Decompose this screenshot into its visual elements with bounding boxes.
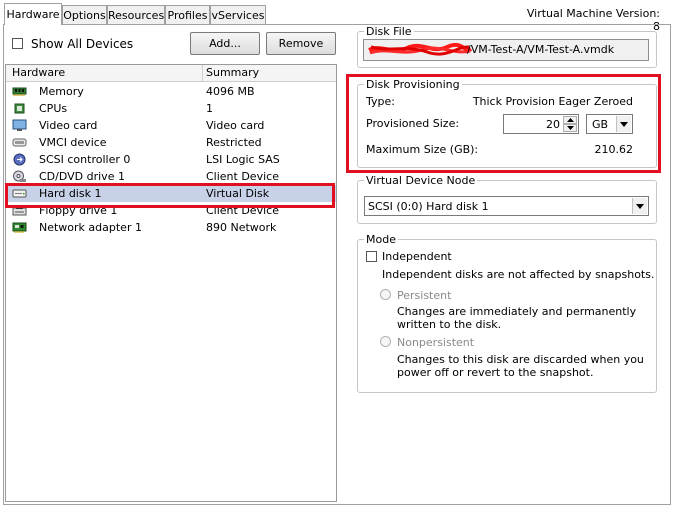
hardware-list-header: Hardware Summary [6, 65, 336, 82]
floppy-icon [12, 205, 27, 216]
hardware-row-hard-disk[interactable]: Hard disk 1 Virtual Disk [6, 185, 336, 202]
tab-vservices[interactable]: vServices [210, 5, 266, 24]
provisioned-size-label: Provisioned Size: [366, 117, 460, 130]
provisioned-size-stepper[interactable]: 20 [503, 114, 579, 134]
chevron-down-icon[interactable] [616, 116, 631, 132]
nonpersistent-description: Changes to this disk are discarded when … [397, 353, 644, 379]
disk-provisioning-legend: Disk Provisioning [366, 78, 460, 91]
stepper-down-button[interactable] [563, 124, 577, 132]
hardware-name: SCSI controller 0 [39, 153, 131, 166]
hardware-summary: Video card [206, 119, 265, 132]
disk-file-legend: Disk File [366, 25, 412, 38]
tab-options[interactable]: Options [62, 5, 107, 24]
hard-disk-icon [12, 189, 27, 198]
hardware-name: CD/DVD drive 1 [39, 170, 125, 183]
hardware-name: VMCI device [39, 136, 107, 149]
disk-file-field[interactable]: /VM-Test-A/VM-Test-A.vmdk [363, 39, 649, 61]
cpu-icon [14, 103, 25, 114]
hardware-row-cd-dvd-drive[interactable]: CD/DVD drive 1 Client Device [6, 168, 336, 185]
persistent-description: Changes are immediately and permanently … [397, 305, 637, 331]
scsi-icon [13, 153, 26, 166]
frame-right [670, 24, 671, 504]
hardware-summary: LSI Logic SAS [206, 153, 280, 166]
hardware-row-cpus[interactable]: CPUs 1 [6, 100, 336, 117]
disk-file-path: /VM-Test-A/VM-Test-A.vmdk [467, 43, 615, 56]
persistent-radio[interactable] [380, 289, 391, 300]
hardware-list[interactable]: Hardware Summary Memory 4096 MB CPUs 1 V… [5, 64, 337, 502]
persistent-label: Persistent [397, 289, 452, 302]
frame-left [3, 24, 4, 504]
hardware-row-memory[interactable]: Memory 4096 MB [6, 83, 336, 100]
monitor-icon [12, 119, 27, 131]
independent-description: Independent disks are not affected by sn… [382, 268, 655, 281]
independent-checkbox[interactable] [366, 251, 377, 262]
hardware-summary: 1 [206, 102, 213, 115]
virtual-device-node-select[interactable]: SCSI (0:0) Hard disk 1 [364, 196, 649, 216]
memory-icon [12, 87, 27, 96]
remove-button[interactable]: Remove [266, 32, 336, 55]
chevron-down-icon [567, 126, 574, 130]
hardware-row-vmci-device[interactable]: VMCI device Restricted [6, 134, 336, 151]
provisioned-size-value: 20 [546, 118, 560, 131]
tab-hardware[interactable]: Hardware [4, 3, 62, 25]
independent-label: Independent [382, 250, 452, 263]
hardware-summary: Virtual Disk [206, 187, 270, 200]
mode-legend: Mode [366, 233, 396, 246]
chevron-down-icon[interactable] [632, 198, 647, 214]
show-all-devices-label: Show All Devices [31, 37, 134, 51]
maximum-size-value: 210.62 [594, 143, 634, 156]
hardware-row-network-adapter[interactable]: Network adapter 1 890 Network [6, 219, 336, 236]
frame-bottom [3, 504, 671, 505]
hardware-row-floppy-drive[interactable]: Floppy drive 1 Client Device [6, 202, 336, 219]
vmci-icon [12, 138, 27, 147]
virtual-device-node-value: SCSI (0:0) Hard disk 1 [368, 200, 489, 213]
hardware-summary: Client Device [206, 170, 279, 183]
column-separator[interactable] [202, 65, 203, 81]
size-unit-select[interactable]: GB [586, 114, 633, 134]
show-all-devices-checkbox[interactable] [12, 38, 23, 49]
provisioning-type-label: Type: [366, 95, 395, 108]
network-adapter-icon [12, 222, 27, 233]
hardware-row-scsi-controller[interactable]: SCSI controller 0 LSI Logic SAS [6, 151, 336, 168]
hardware-name: Video card [39, 119, 98, 132]
hardware-name: Memory [39, 85, 84, 98]
col-hardware-header[interactable]: Hardware [12, 66, 65, 79]
hardware-summary: 890 Network [206, 221, 277, 234]
maximum-size-label: Maximum Size (GB): [366, 143, 479, 156]
tab-profiles[interactable]: Profiles [165, 5, 210, 24]
redaction-scribble [368, 43, 473, 56]
col-summary-header[interactable]: Summary [206, 66, 259, 79]
hardware-name: CPUs [39, 102, 68, 115]
virtual-device-node-legend: Virtual Device Node [366, 174, 476, 187]
tab-resources[interactable]: Resources [107, 5, 165, 24]
cd-icon [13, 170, 26, 182]
chevron-up-icon [567, 118, 574, 122]
hardware-summary: Client Device [206, 204, 279, 217]
hardware-summary: Restricted [206, 136, 262, 149]
hardware-name: Network adapter 1 [39, 221, 142, 234]
hardware-row-video-card[interactable]: Video card Video card [6, 117, 336, 134]
stepper-up-button[interactable] [563, 116, 577, 124]
add-button[interactable]: Add... [190, 32, 260, 55]
hardware-summary: 4096 MB [206, 85, 255, 98]
hardware-name: Floppy drive 1 [39, 204, 118, 217]
provisioning-type-value: Thick Provision Eager Zeroed [472, 95, 633, 108]
size-unit-value: GB [592, 118, 609, 131]
nonpersistent-label: Nonpersistent [397, 336, 475, 349]
nonpersistent-radio[interactable] [380, 336, 391, 347]
hardware-name: Hard disk 1 [39, 187, 102, 200]
